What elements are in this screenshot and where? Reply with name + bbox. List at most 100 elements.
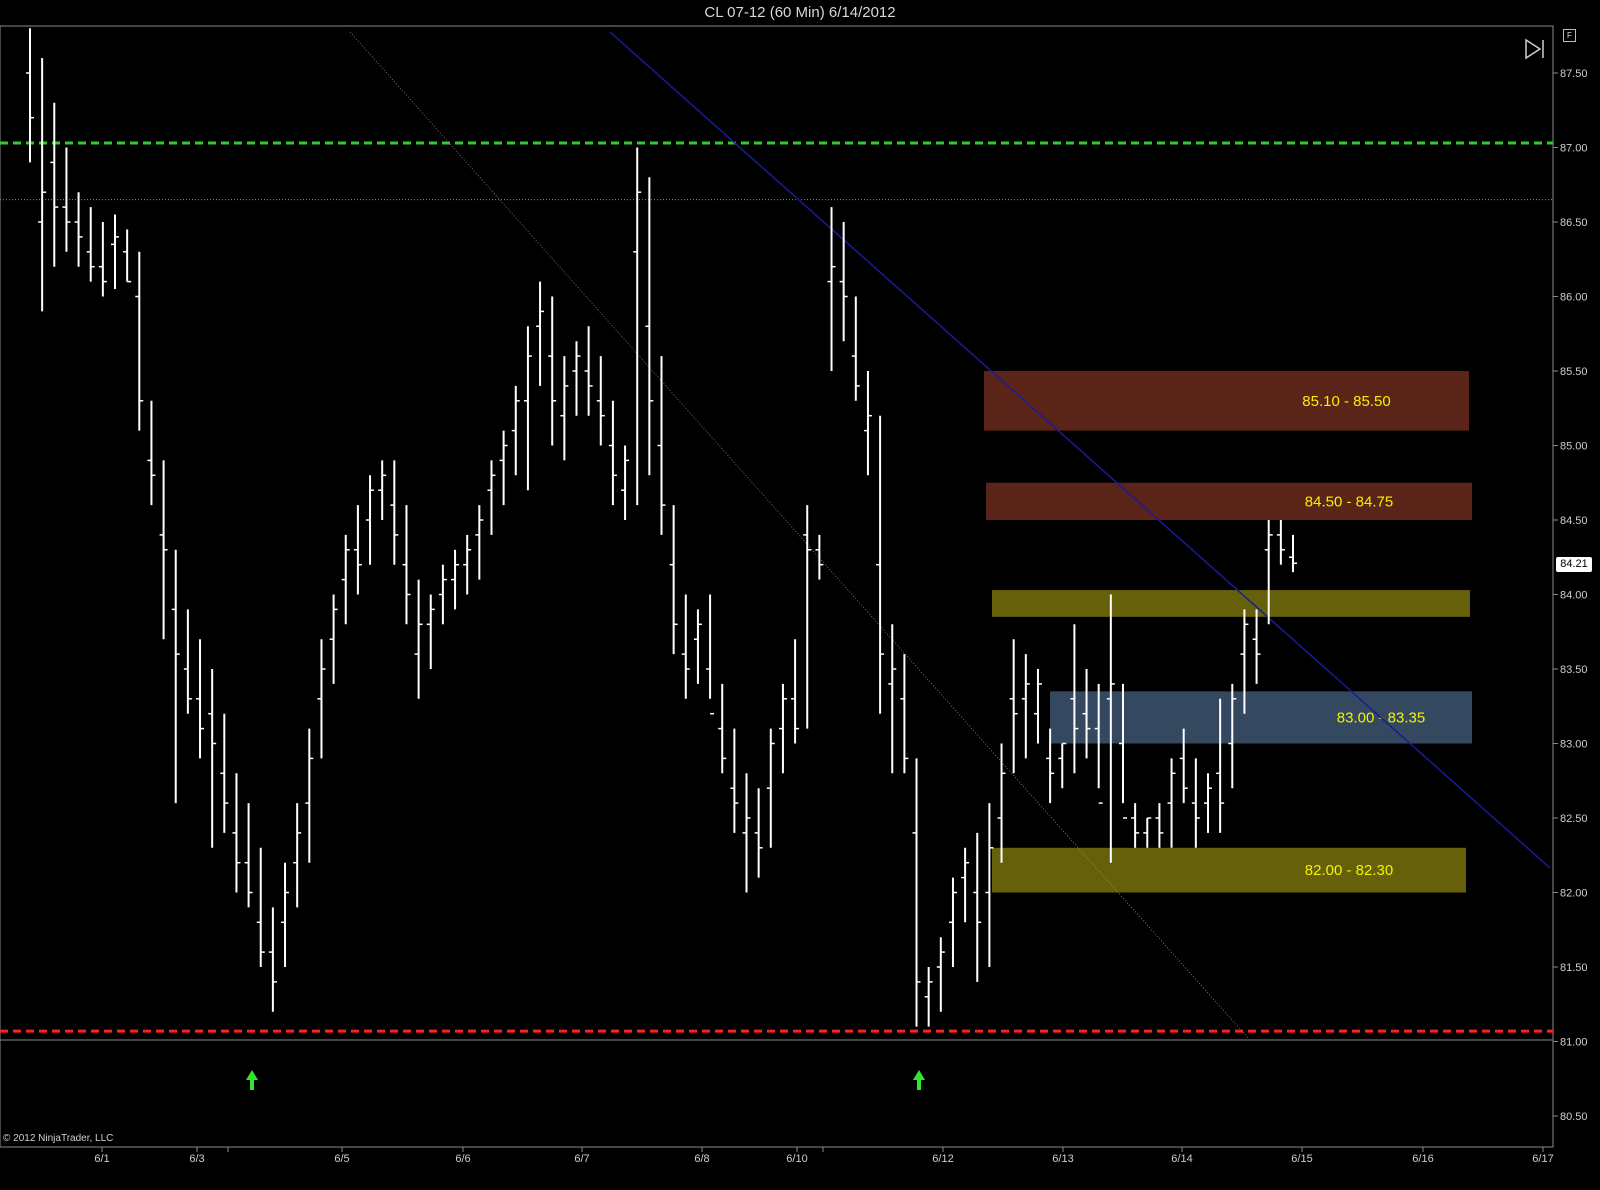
f-toggle-button[interactable]: F	[1563, 29, 1576, 42]
ohlc-bar	[657, 356, 666, 535]
up-arrow-icon	[913, 1070, 925, 1090]
ohlc-bar	[511, 385, 520, 476]
ohlc-bar	[706, 594, 715, 715]
ohlc-bar	[572, 341, 581, 416]
price-zone[interactable]	[992, 847, 1466, 893]
ohlc-bar	[621, 445, 630, 520]
ohlc-bar	[778, 683, 787, 774]
ohlc-bar	[390, 460, 399, 565]
y-tick-label: 81.00	[1560, 1037, 1588, 1049]
ohlc-bar	[402, 505, 411, 625]
ohlc-bar	[900, 654, 909, 774]
signal-arrows-layer	[246, 1070, 925, 1090]
ohlc-bar	[912, 758, 921, 1027]
ohlc-bar	[147, 400, 156, 506]
ohlc-bar	[74, 192, 83, 267]
ohlc-bar	[341, 534, 350, 625]
x-tick-label: 6/13	[1052, 1153, 1073, 1165]
ohlc-bar	[791, 639, 800, 744]
ohlc-bar	[111, 214, 120, 290]
scroll-to-end-icon[interactable]	[1522, 36, 1548, 62]
ohlc-bar	[451, 549, 460, 610]
zones-layer: 85.10 - 85.5084.50 - 84.7583.00 - 83.358…	[984, 371, 1472, 893]
y-tick-label: 83.50	[1560, 664, 1588, 676]
ohlc-bar	[220, 713, 229, 833]
y-tick-label: 81.50	[1560, 962, 1588, 974]
ohlc-bar	[961, 847, 970, 923]
zone-label: 85.10 - 85.50	[1302, 393, 1390, 410]
ohlc-bar	[426, 594, 435, 669]
trendline-lower[interactable]	[349, 31, 1249, 1039]
y-tick-label: 87.50	[1560, 68, 1588, 80]
x-tick-label: 6/15	[1291, 1153, 1312, 1165]
ohlc-bar	[244, 803, 253, 908]
ohlc-bar	[633, 147, 642, 506]
ohlc-bar	[1191, 758, 1200, 848]
x-axis: 6/1 6/3 6/5 6/6 6/7 6/8 6/10 6/12 6/13 6/14 6/15 6/…	[94, 1147, 1554, 1165]
y-tick-label: 85.50	[1560, 366, 1588, 378]
ohlc-bar	[463, 534, 472, 595]
ohlc-bar	[839, 222, 848, 342]
ohlc-bar	[815, 534, 824, 580]
ohlc-bar	[1276, 520, 1285, 565]
ohlc-bar	[123, 229, 132, 283]
y-tick-label: 86.50	[1560, 217, 1588, 229]
ohlc-bar	[232, 773, 241, 893]
ohlc-bar	[50, 102, 59, 267]
ohlc-bar	[608, 400, 617, 506]
x-tick-label: 6/10	[786, 1153, 807, 1165]
price-zone[interactable]	[984, 371, 1469, 431]
ohlc-bar	[997, 743, 1006, 863]
ohlc-bar	[353, 505, 362, 595]
ohlc-bar	[730, 728, 739, 833]
ohlc-bar	[669, 505, 678, 655]
x-tick-label: 6/7	[574, 1153, 589, 1165]
price-zone[interactable]	[992, 590, 1470, 617]
ohlc-bar	[378, 460, 387, 520]
price-zone[interactable]	[986, 482, 1472, 520]
y-tick-label: 80.50	[1560, 1111, 1588, 1123]
ohlc-bar	[681, 594, 690, 699]
ohlc-bar	[98, 222, 107, 297]
ohlc-bar	[718, 683, 727, 774]
ohlc-bar	[475, 505, 484, 580]
ohlc-bar	[329, 594, 338, 684]
ohlc-bar	[523, 326, 532, 491]
ohlc-bar	[803, 505, 812, 729]
ohlc-bar	[293, 803, 302, 908]
ohlc-bar	[596, 356, 605, 446]
x-tick-label: 6/1	[94, 1153, 109, 1165]
y-tick-label: 87.00	[1560, 143, 1588, 155]
ohlc-bar	[1021, 654, 1030, 759]
ohlc-bar	[1167, 758, 1176, 848]
ohlc-bar	[305, 728, 314, 863]
ohlc-bar	[438, 564, 447, 625]
ohlc-bar	[414, 579, 423, 699]
ohlc-bar	[281, 862, 290, 967]
plot-frame	[0, 25, 1554, 1148]
ohlc-bar	[766, 728, 775, 848]
ohlc-bar	[183, 609, 192, 714]
ohlc-bar	[742, 773, 751, 893]
x-tick-label: 6/14	[1171, 1153, 1192, 1165]
y-tick-label: 82.00	[1560, 888, 1588, 900]
ohlc-bar	[1131, 803, 1140, 848]
ohlc-bar	[86, 207, 95, 282]
last-price-tag: 84.21	[1556, 557, 1592, 572]
zone-label: 82.00 - 82.30	[1305, 862, 1393, 879]
y-tick-label: 84.00	[1560, 590, 1588, 602]
ohlc-bar	[754, 788, 763, 878]
ohlc-bar	[366, 475, 375, 565]
ohlc-bar	[584, 326, 593, 416]
price-chart[interactable]: 85.10 - 85.5084.50 - 84.7583.00 - 83.358…	[0, 0, 1600, 1190]
ohlc-bar	[924, 967, 933, 1027]
y-tick-label: 85.00	[1560, 441, 1588, 453]
ohlc-bar	[208, 669, 217, 848]
ohlc-bar	[171, 549, 180, 804]
x-tick-label: 6/17	[1532, 1153, 1553, 1165]
ohlc-bar	[936, 937, 945, 1012]
x-tick-label: 6/5	[334, 1153, 349, 1165]
x-tick-label: 6/3	[189, 1153, 204, 1165]
ohlc-bar	[256, 847, 265, 967]
ohlc-bar	[948, 877, 957, 967]
